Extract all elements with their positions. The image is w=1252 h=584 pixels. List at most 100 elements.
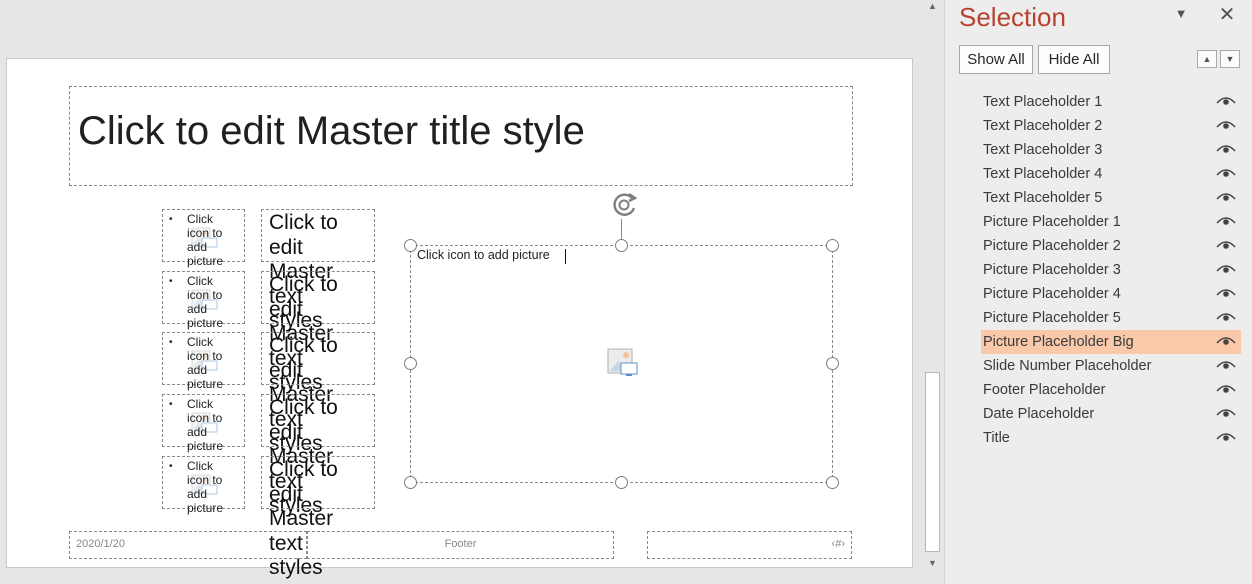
scroll-down-button[interactable]: ▼ (925, 557, 940, 570)
eye-icon[interactable] (1215, 306, 1237, 330)
text-placeholder-5[interactable]: Click to edit Master text styles (261, 456, 375, 579)
selection-item-label: Footer Placeholder (983, 382, 1106, 398)
text-cursor (565, 249, 566, 264)
date-placeholder[interactable]: 2020/1/20 (69, 531, 307, 559)
title-text: Click to edit Master title style (78, 109, 585, 153)
picture-placeholder-text: Click icon to add picture (187, 459, 224, 515)
bullet: • (169, 399, 173, 410)
resize-handle-top[interactable] (615, 239, 628, 252)
selection-list-item[interactable]: Picture Placeholder 2 (981, 234, 1241, 258)
bullet: • (169, 337, 173, 348)
vertical-scrollbar[interactable]: ▲ ▼ (922, 0, 942, 584)
text-placeholder-3[interactable]: Click to edit Master text styles (261, 332, 375, 455)
picture-icon (607, 348, 638, 376)
selection-item-label: Picture Placeholder 3 (983, 262, 1121, 278)
selection-list-item[interactable]: Date Placeholder (981, 402, 1241, 426)
text-placeholder-4[interactable]: Click to edit Master text styles (261, 394, 375, 517)
resize-handle-right[interactable] (826, 357, 839, 370)
eye-icon[interactable] (1215, 90, 1237, 114)
picture-placeholder-3[interactable]: • Click icon to add picture (162, 332, 245, 391)
eye-icon[interactable] (1215, 282, 1237, 306)
eye-icon[interactable] (1215, 378, 1237, 402)
selection-pane: Selection ▼ ✕ Show All Hide All ▲ ▼ Text… (944, 0, 1252, 584)
chevron-down-icon[interactable]: ▼ (1171, 6, 1191, 26)
selection-list-item[interactable]: Slide Number Placeholder (981, 354, 1241, 378)
scroll-thumb[interactable] (925, 372, 940, 552)
selection-list-item[interactable]: Text Placeholder 1 (981, 90, 1241, 114)
selection-item-label: Slide Number Placeholder (983, 358, 1152, 374)
selection-list-item[interactable]: Picture Placeholder 4 (981, 282, 1241, 306)
eye-icon[interactable] (1215, 210, 1237, 234)
picture-placeholder-text: Click icon to add picture (187, 397, 224, 453)
eye-icon[interactable] (1215, 354, 1237, 378)
selection-item-label: Text Placeholder 4 (983, 166, 1103, 182)
rotate-handle-icon[interactable] (608, 190, 642, 220)
picture-placeholder-4[interactable]: • Click icon to add picture (162, 394, 245, 453)
bullet: • (169, 461, 173, 472)
big-picture-label: Click icon to add picture (417, 248, 550, 262)
eye-icon[interactable] (1215, 186, 1237, 210)
selection-item-label: Text Placeholder 2 (983, 118, 1103, 134)
selection-item-label: Text Placeholder 3 (983, 142, 1103, 158)
selection-item-label: Title (983, 430, 1010, 446)
selection-item-label: Date Placeholder (983, 406, 1095, 422)
selection-item-label: Picture Placeholder 1 (983, 214, 1121, 230)
bullet: • (169, 276, 173, 287)
move-down-icon[interactable]: ▼ (1220, 50, 1240, 68)
text-placeholder-2[interactable]: Click to edit Master text styles (261, 271, 375, 394)
hide-all-button[interactable]: Hide All (1038, 45, 1110, 74)
scroll-up-button[interactable]: ▲ (925, 0, 940, 13)
resize-handle-left[interactable] (404, 357, 417, 370)
footer-text: Footer (444, 538, 477, 550)
picture-placeholder-5[interactable]: • Click icon to add picture (162, 456, 245, 515)
title-placeholder[interactable]: Click to edit Master title style (69, 86, 853, 186)
selection-item-label: Text Placeholder 5 (983, 190, 1103, 206)
pane-title: Selection (959, 2, 1066, 32)
selection-item-label: Picture Placeholder 2 (983, 238, 1121, 254)
eye-icon[interactable] (1215, 330, 1237, 354)
eye-icon[interactable] (1215, 114, 1237, 138)
picture-placeholder-text: Click icon to add picture (187, 274, 224, 330)
selection-list: Text Placeholder 1 Text Placeholder 2 Te… (981, 90, 1241, 450)
eye-icon[interactable] (1215, 402, 1237, 426)
selection-list-item[interactable]: Picture Placeholder 1 (981, 210, 1241, 234)
picture-placeholder-1[interactable]: • Click icon to add picture (162, 209, 245, 268)
eye-icon[interactable] (1215, 162, 1237, 186)
text-placeholder-1[interactable]: Click to edit Master text styles (261, 209, 375, 332)
eye-icon[interactable] (1215, 138, 1237, 162)
eye-icon[interactable] (1215, 426, 1237, 450)
resize-handle-top-right[interactable] (826, 239, 839, 252)
picture-placeholder-2[interactable]: • Click icon to add picture (162, 271, 245, 330)
selection-list-item[interactable]: Text Placeholder 3 (981, 138, 1241, 162)
selection-list-item[interactable]: Picture Placeholder 3 (981, 258, 1241, 282)
footer-placeholder[interactable]: Footer (307, 531, 614, 559)
selection-list-item[interactable]: Footer Placeholder (981, 378, 1241, 402)
resize-handle-bottom-left[interactable] (404, 476, 417, 489)
selection-list-item[interactable]: Picture Placeholder 5 (981, 306, 1241, 330)
resize-handle-bottom[interactable] (615, 476, 628, 489)
bullet: • (169, 214, 173, 225)
selection-list-item[interactable]: Text Placeholder 2 (981, 114, 1241, 138)
selection-list-item[interactable]: Picture Placeholder Big (981, 330, 1241, 354)
eye-icon[interactable] (1215, 234, 1237, 258)
selection-item-label: Picture Placeholder 5 (983, 310, 1121, 326)
slide-canvas[interactable]: Click to edit Master title style • Click… (6, 58, 913, 579)
selection-list-item[interactable]: Title (981, 426, 1241, 450)
selection-list-item[interactable]: Text Placeholder 5 (981, 186, 1241, 210)
move-up-icon[interactable]: ▲ (1197, 50, 1217, 68)
date-text: 2020/1/20 (76, 538, 125, 550)
picture-placeholder-big[interactable]: Click icon to add picture (410, 245, 833, 483)
eye-icon[interactable] (1215, 258, 1237, 282)
selection-item-label: Text Placeholder 1 (983, 94, 1103, 110)
show-all-button[interactable]: Show All (959, 45, 1033, 74)
slide-number-placeholder[interactable]: ‹#› (647, 531, 852, 559)
text-placeholder-text: Click to edit Master text styles (269, 458, 338, 579)
resize-handle-bottom-right[interactable] (826, 476, 839, 489)
close-icon[interactable]: ✕ (1215, 4, 1239, 28)
selection-list-item[interactable]: Text Placeholder 4 (981, 162, 1241, 186)
rotate-connector (621, 219, 622, 239)
selection-item-label: Picture Placeholder 4 (983, 286, 1121, 302)
resize-handle-top-left[interactable] (404, 239, 417, 252)
selection-item-label: Picture Placeholder Big (983, 334, 1134, 350)
slide-number-text: ‹#› (831, 538, 845, 550)
